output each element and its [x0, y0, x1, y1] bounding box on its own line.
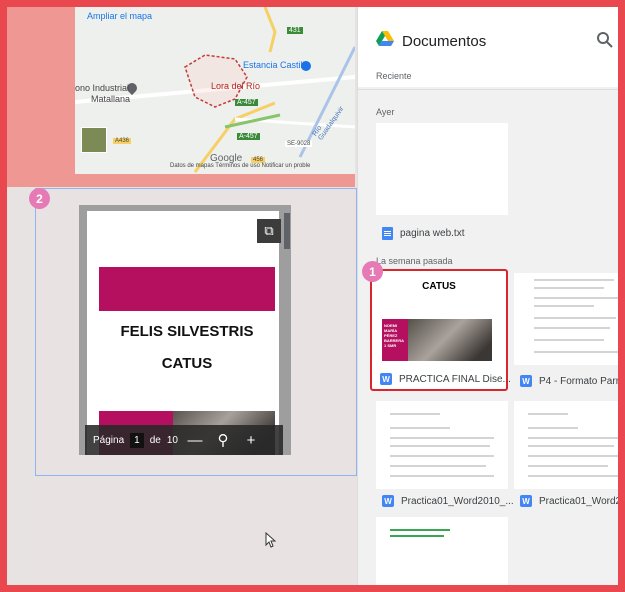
map-label-estancia: Estancia Castillo — [243, 60, 310, 70]
road-a436: A436 — [113, 138, 132, 144]
file-thumbnail-pagina[interactable] — [376, 123, 508, 215]
map-footer-links[interactable]: Datos de mapas Términos de uso Notificar… — [170, 163, 310, 169]
document-title-line1: FELIS SILVESTRIS — [120, 323, 254, 340]
page-label: Página — [93, 434, 125, 446]
file-name: pagina web.txt — [400, 228, 465, 239]
left-margin-top — [7, 7, 35, 187]
file-thumbnail-practica01b[interactable] — [514, 401, 618, 489]
section-last-week: La semana pasada — [376, 256, 453, 266]
road-se9028: SE-9028 — [285, 141, 313, 147]
thumb-title: CATUS — [422, 281, 456, 292]
file-name: Practica01_Word2010_... — [401, 495, 514, 507]
step-badge-1: 1 — [362, 261, 383, 282]
open-in-new-icon[interactable]: ⧉ — [257, 219, 281, 243]
road-a457: A-457 — [235, 99, 258, 106]
page-of-label: de — [149, 434, 161, 446]
documents-header: Documentos Reciente — [358, 7, 618, 87]
page-navigation-bar: Página 1 de 10 — ⚲ + — [85, 425, 283, 455]
file-thumbnail-p4[interactable] — [514, 273, 618, 365]
file-name: Practica01_Word2010. — [539, 495, 622, 507]
recent-filter[interactable]: Reciente — [376, 71, 412, 81]
zoom-icon[interactable]: ⚲ — [212, 431, 234, 449]
page-header-band — [99, 267, 275, 311]
text-file-icon — [382, 227, 393, 240]
file-item-pagina[interactable]: pagina web.txt — [382, 227, 465, 240]
word-doc-icon: W — [520, 495, 532, 507]
documents-panel: Documentos Reciente Ayer pagina web.txt … — [357, 7, 625, 585]
file-thumbnail-bottom[interactable] — [376, 517, 508, 585]
map-label-matallana: Matallana — [91, 94, 131, 104]
mouse-cursor-icon — [265, 532, 276, 548]
google-drive-icon — [376, 31, 394, 46]
map-label-industrial: ono Industrial — [75, 83, 130, 93]
header-divider — [358, 89, 618, 90]
documents-title: Documentos — [402, 33, 487, 50]
file-name: P4 - Formato Parrafo.d — [539, 375, 625, 387]
word-doc-icon: W — [382, 495, 394, 507]
section-yesterday: Ayer — [376, 107, 395, 117]
thumb-author: NOEMI MARÍA PÉREZ BARRERA 1 SMR — [384, 323, 404, 348]
step-badge-2: 2 — [29, 188, 50, 209]
satellite-toggle[interactable] — [81, 127, 107, 153]
file-item-p4[interactable]: W P4 - Formato Parrafo.d — [520, 375, 625, 387]
document-title-line2: CATUS — [161, 355, 213, 372]
thumb-cat-photo — [408, 319, 492, 361]
left-margin-bottom — [7, 187, 35, 585]
file-thumbnail-practica01a[interactable] — [376, 401, 508, 489]
zoom-out-button[interactable]: — — [184, 432, 206, 449]
road-431: 431 — [287, 27, 303, 34]
word-doc-icon: W — [380, 373, 392, 385]
map-label-lora: Lora del Río — [211, 81, 261, 91]
enlarge-map-link[interactable]: Ampliar el mapa — [87, 11, 152, 21]
road-a457-b: A-457 — [237, 133, 260, 140]
word-doc-icon: W — [520, 375, 532, 387]
file-card-practica-final[interactable]: CATUS NOEMI MARÍA PÉREZ BARRERA 1 SMR W … — [370, 269, 511, 391]
document-viewer[interactable]: FELIS SILVESTRIS CATUS ⧉ — [79, 205, 291, 455]
file-item-practica-final[interactable]: W PRACTICA FINAL Dise... — [380, 373, 511, 385]
file-item-practica01a[interactable]: W Practica01_Word2010_... — [382, 495, 514, 507]
embedded-map[interactable]: Ampliar el mapa ono Industrial Matallana… — [75, 7, 355, 174]
viewer-scrollbar[interactable] — [284, 213, 290, 249]
page-total: 10 — [166, 434, 178, 446]
zoom-in-button[interactable]: + — [240, 432, 262, 449]
file-name: PRACTICA FINAL Dise... — [399, 373, 511, 385]
page-number-input[interactable]: 1 — [130, 432, 144, 448]
search-icon[interactable] — [596, 31, 614, 49]
screenshot-frame: Ampliar el mapa ono Industrial Matallana… — [0, 0, 625, 592]
document-page: FELIS SILVESTRIS CATUS — [87, 211, 279, 455]
file-item-practica01b[interactable]: W Practica01_Word2010. — [520, 495, 622, 507]
